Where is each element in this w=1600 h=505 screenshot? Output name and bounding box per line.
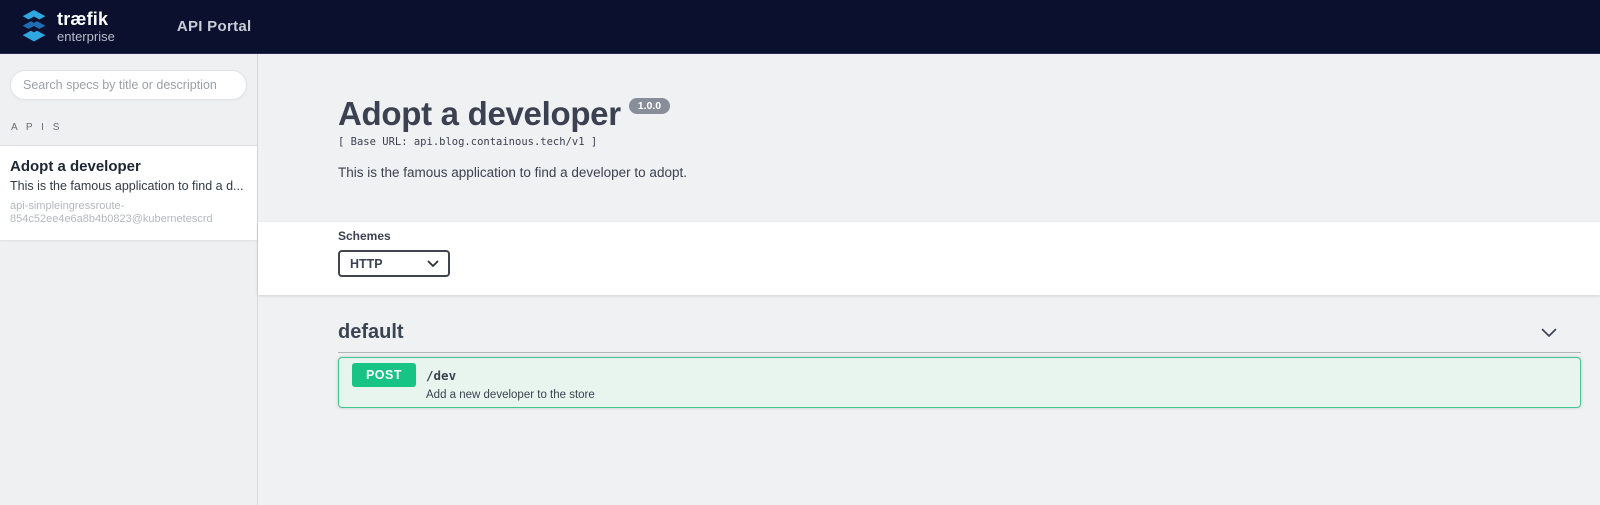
apis-section-label: A P I S xyxy=(11,122,63,133)
version-badge: 1.0.0 xyxy=(628,98,671,114)
schemes-select[interactable]: HTTP xyxy=(338,250,450,277)
brand-name: træfik xyxy=(57,9,109,29)
tag-name: default xyxy=(338,321,404,343)
operation-path: /dev xyxy=(426,367,457,383)
select-chevron-down-icon xyxy=(427,260,439,267)
operation-summary: Add a new developer to the store xyxy=(426,389,595,401)
schemes-label: Schemes xyxy=(338,229,391,243)
traefik-enterprise-logo[interactable]: træfik enterprise xyxy=(18,8,115,46)
spec-item-id: api-simpleingressroute-854c52ee4e6a8b4b0… xyxy=(10,200,213,226)
specs-sidebar: A P I S Adopt a developer This is the fa… xyxy=(0,54,258,505)
operations-section: default POST /dev Add a new developer to… xyxy=(258,295,1600,408)
api-description: This is the famous application to find a… xyxy=(338,165,687,181)
top-navbar: træfik enterprise API Portal xyxy=(0,0,1600,54)
spec-item-description: This is the famous application to find a… xyxy=(10,179,244,193)
schemes-selected-value: HTTP xyxy=(350,256,383,271)
tag-header-default[interactable]: default xyxy=(338,321,1581,353)
traefik-layers-icon xyxy=(20,8,48,43)
search-input[interactable] xyxy=(10,70,247,100)
sidebar-header: A P I S xyxy=(0,54,257,146)
tag-chevron-down-icon[interactable] xyxy=(1541,328,1557,338)
spec-item-title: Adopt a developer xyxy=(10,158,141,175)
spec-list-item[interactable]: Adopt a developer This is the famous app… xyxy=(0,146,257,241)
brand-subtitle: enterprise xyxy=(57,29,115,44)
api-info-section: Adopt a developer 1.0.0 [ Base URL: api.b… xyxy=(258,54,1600,222)
base-url: [ Base URL: api.blog.containous.tech/v1 … xyxy=(338,136,598,149)
spec-content: Adopt a developer 1.0.0 [ Base URL: api.b… xyxy=(258,54,1600,505)
nav-title-api-portal[interactable]: API Portal xyxy=(177,18,252,35)
api-title: Adopt a developer xyxy=(338,95,621,132)
opblock-post-dev[interactable]: POST /dev Add a new developer to the sto… xyxy=(338,357,1581,408)
method-badge-post: POST xyxy=(352,363,416,387)
schemes-section: Schemes HTTP xyxy=(258,222,1600,295)
